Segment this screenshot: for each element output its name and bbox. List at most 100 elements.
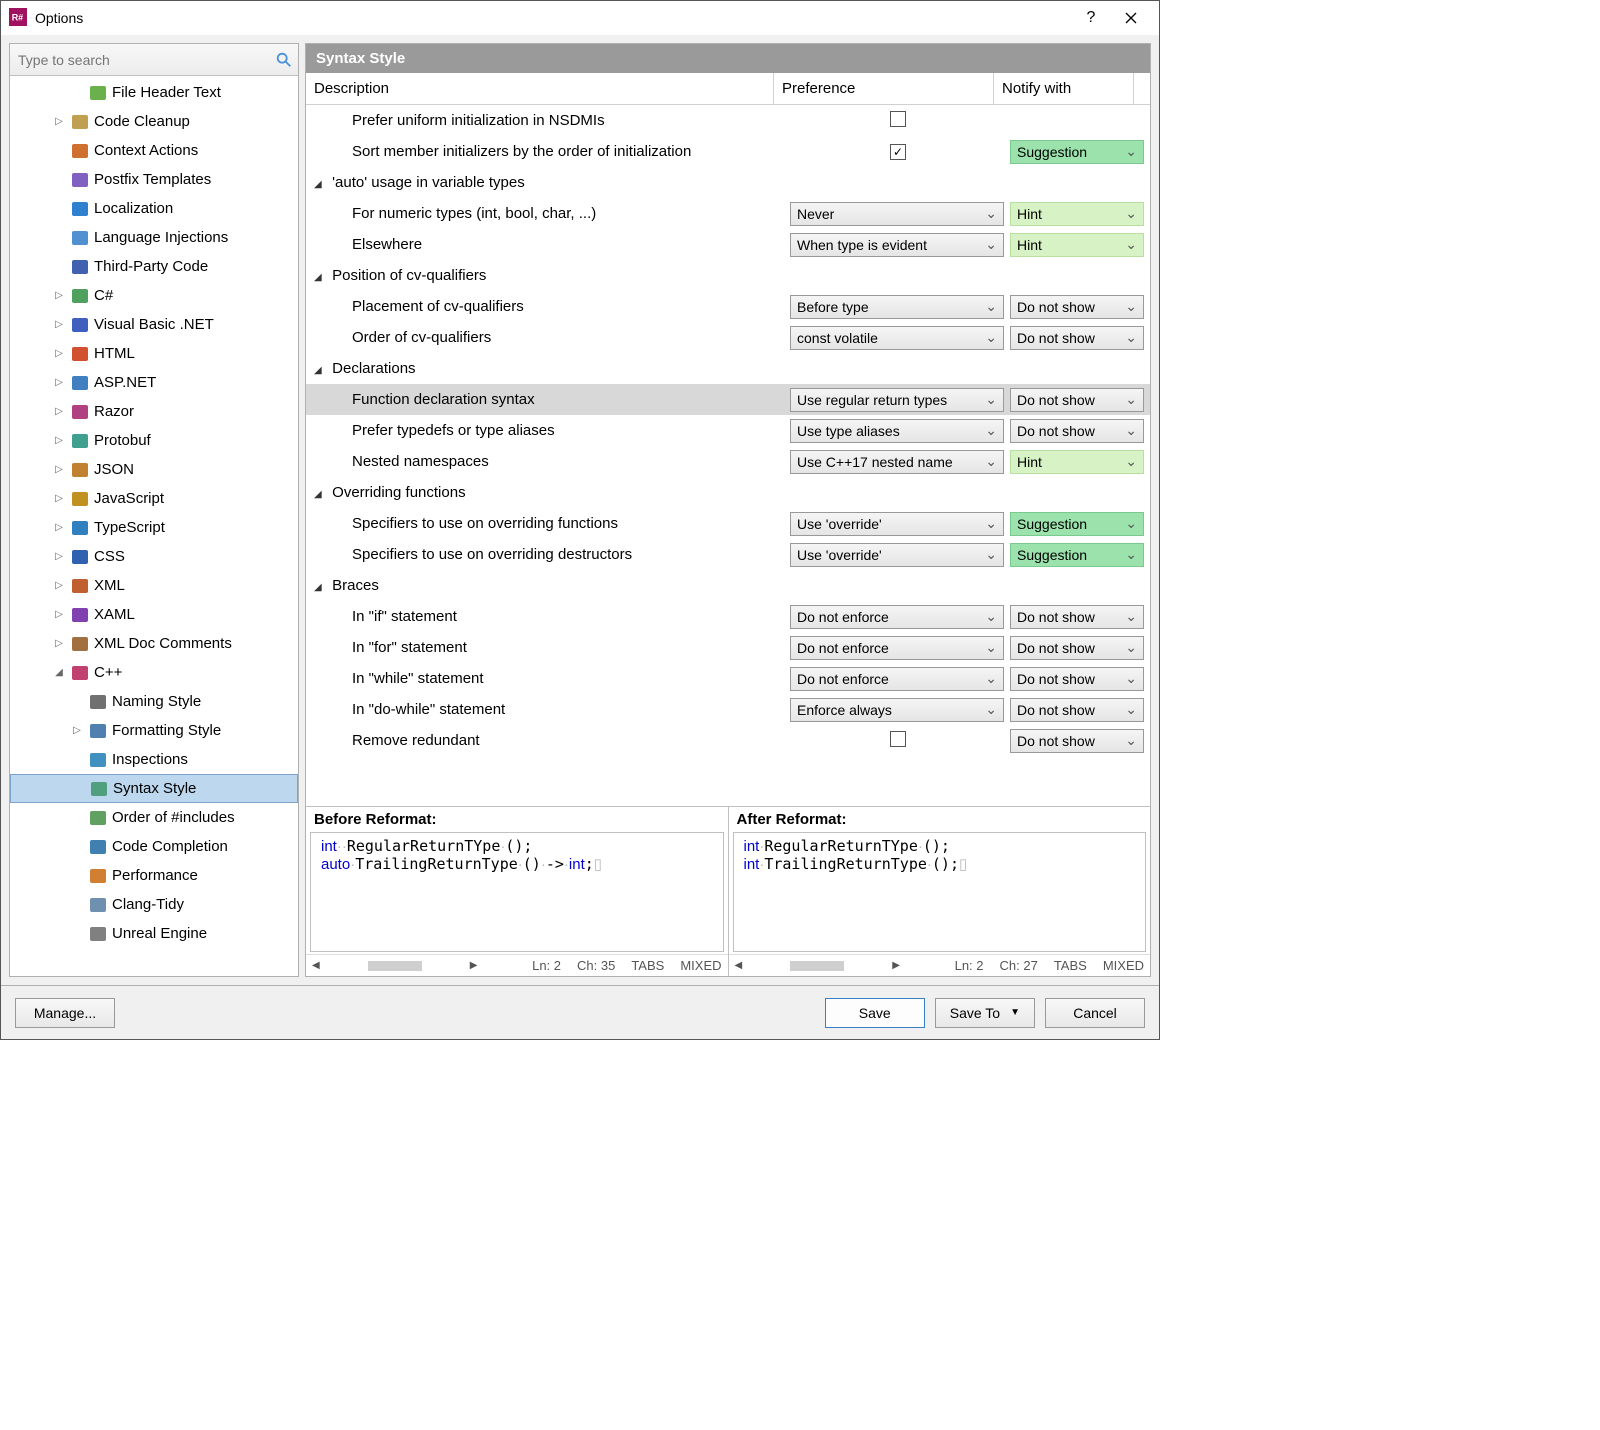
group-row[interactable]: ◢ 'auto' usage in variable types xyxy=(306,167,1150,198)
hscroll-after[interactable]: ◀▶ xyxy=(735,960,900,971)
notify-dropdown[interactable]: Hint xyxy=(1010,233,1144,257)
preference-dropdown[interactable]: Never xyxy=(790,202,1004,226)
tree-item[interactable]: ▷CSS xyxy=(10,542,298,571)
expander-icon[interactable]: ▷ xyxy=(52,116,66,127)
group-row[interactable]: ◢ Braces xyxy=(306,570,1150,601)
notify-dropdown[interactable]: Do not show xyxy=(1010,667,1144,691)
tree-item[interactable]: Order of #includes xyxy=(10,803,298,832)
group-row[interactable]: ◢ Position of cv-qualifiers xyxy=(306,260,1150,291)
tree-item[interactable]: ▷TypeScript xyxy=(10,513,298,542)
preference-dropdown[interactable]: Before type xyxy=(790,295,1004,319)
tree-item[interactable]: Syntax Style xyxy=(10,774,298,803)
tree-item[interactable]: ▷JSON xyxy=(10,455,298,484)
tree-item[interactable]: ▷XML Doc Comments xyxy=(10,629,298,658)
tree-item[interactable]: ▷HTML xyxy=(10,339,298,368)
preference-checkbox[interactable]: ✓ xyxy=(890,144,906,160)
tree-item[interactable]: ▷Protobuf xyxy=(10,426,298,455)
preference-dropdown[interactable]: Use 'override' xyxy=(790,512,1004,536)
expander-icon[interactable]: ▷ xyxy=(52,609,66,620)
save-button[interactable]: Save xyxy=(825,998,925,1028)
expander-icon[interactable]: ▷ xyxy=(52,290,66,301)
tree-item[interactable]: Unreal Engine xyxy=(10,919,298,948)
expander-icon[interactable]: ▷ xyxy=(52,551,66,562)
tree-item[interactable]: Third-Party Code xyxy=(10,252,298,281)
expander-icon[interactable]: ▷ xyxy=(52,464,66,475)
search-icon[interactable] xyxy=(270,51,298,69)
save-to-button[interactable]: Save To▼ xyxy=(935,998,1035,1028)
expander-icon[interactable]: ▷ xyxy=(52,319,66,330)
tree-item[interactable]: Performance xyxy=(10,861,298,890)
notify-dropdown[interactable]: Do not show xyxy=(1010,729,1144,753)
preference-checkbox[interactable] xyxy=(890,111,906,127)
tree-scroll[interactable]: File Header Text▷Code CleanupContext Act… xyxy=(10,76,298,976)
tree-item[interactable]: Code Completion xyxy=(10,832,298,861)
preference-dropdown[interactable]: Use C++17 nested name xyxy=(790,450,1004,474)
expander-icon[interactable]: ▷ xyxy=(52,493,66,504)
tree-item[interactable]: ▷Razor xyxy=(10,397,298,426)
expander-icon[interactable]: ▷ xyxy=(52,435,66,446)
grid-body[interactable]: Prefer uniform initialization in NSDMIsS… xyxy=(306,105,1150,806)
notify-dropdown[interactable]: Hint xyxy=(1010,450,1144,474)
tree-item[interactable]: ▷Visual Basic .NET xyxy=(10,310,298,339)
tree-item[interactable]: ◢C++ xyxy=(10,658,298,687)
tree-item[interactable]: Context Actions xyxy=(10,136,298,165)
preference-dropdown[interactable]: Enforce always xyxy=(790,698,1004,722)
preference-dropdown[interactable]: Use type aliases xyxy=(790,419,1004,443)
group-row[interactable]: ◢ Declarations xyxy=(306,353,1150,384)
preference-dropdown[interactable]: const volatile xyxy=(790,326,1004,350)
preference-checkbox[interactable] xyxy=(890,731,906,747)
tree-item[interactable]: ▷Code Cleanup xyxy=(10,107,298,136)
preference-dropdown[interactable]: Use regular return types xyxy=(790,388,1004,412)
preference-dropdown[interactable]: When type is evident xyxy=(790,233,1004,257)
tree-item[interactable]: Clang-Tidy xyxy=(10,890,298,919)
group-expander-icon[interactable]: ◢ xyxy=(314,582,328,593)
group-expander-icon[interactable]: ◢ xyxy=(314,272,328,283)
tree-item[interactable]: Naming Style xyxy=(10,687,298,716)
expander-icon[interactable]: ▷ xyxy=(52,638,66,649)
preference-dropdown[interactable]: Use 'override' xyxy=(790,543,1004,567)
expander-icon[interactable]: ◢ xyxy=(52,667,66,678)
expander-icon[interactable]: ▷ xyxy=(52,406,66,417)
tree-item[interactable]: File Header Text xyxy=(10,78,298,107)
hscroll-before[interactable]: ◀▶ xyxy=(312,960,477,971)
preference-dropdown[interactable]: Do not enforce xyxy=(790,605,1004,629)
tree-item[interactable]: Inspections xyxy=(10,745,298,774)
close-button[interactable] xyxy=(1111,1,1151,35)
notify-dropdown[interactable]: Do not show xyxy=(1010,388,1144,412)
tree-item[interactable]: ▷XAML xyxy=(10,600,298,629)
group-expander-icon[interactable]: ◢ xyxy=(314,365,328,376)
expander-icon[interactable]: ▷ xyxy=(52,348,66,359)
notify-dropdown[interactable]: Suggestion xyxy=(1010,140,1144,164)
notify-dropdown[interactable]: Do not show xyxy=(1010,326,1144,350)
notify-dropdown[interactable]: Do not show xyxy=(1010,419,1144,443)
tree-item[interactable]: Language Injections xyxy=(10,223,298,252)
tree-item[interactable]: ▷Formatting Style xyxy=(10,716,298,745)
group-expander-icon[interactable]: ◢ xyxy=(314,179,328,190)
expander-icon[interactable]: ▷ xyxy=(52,522,66,533)
preference-dropdown[interactable]: Do not enforce xyxy=(790,667,1004,691)
expander-icon[interactable]: ▷ xyxy=(52,580,66,591)
notify-dropdown[interactable]: Do not show xyxy=(1010,698,1144,722)
cancel-button[interactable]: Cancel xyxy=(1045,998,1145,1028)
tree-item[interactable]: Localization xyxy=(10,194,298,223)
notify-dropdown[interactable]: Hint xyxy=(1010,202,1144,226)
tree-item[interactable]: ▷JavaScript xyxy=(10,484,298,513)
expander-icon[interactable]: ▷ xyxy=(52,377,66,388)
expander-icon[interactable]: ▷ xyxy=(70,725,84,736)
tree-item[interactable]: ▷XML xyxy=(10,571,298,600)
tree-item[interactable]: Postfix Templates xyxy=(10,165,298,194)
tree-item[interactable]: ▷C# xyxy=(10,281,298,310)
preference-dropdown[interactable]: Do not enforce xyxy=(790,636,1004,660)
search-input[interactable] xyxy=(10,52,270,68)
group-row[interactable]: ◢ Overriding functions xyxy=(306,477,1150,508)
manage-button[interactable]: Manage... xyxy=(15,998,115,1028)
tree-item[interactable]: ▷ASP.NET xyxy=(10,368,298,397)
notify-dropdown[interactable]: Do not show xyxy=(1010,295,1144,319)
help-button[interactable]: ? xyxy=(1071,1,1111,35)
csharp-icon xyxy=(70,286,90,306)
notify-dropdown[interactable]: Suggestion xyxy=(1010,543,1144,567)
notify-dropdown[interactable]: Do not show xyxy=(1010,605,1144,629)
notify-dropdown[interactable]: Suggestion xyxy=(1010,512,1144,536)
notify-dropdown[interactable]: Do not show xyxy=(1010,636,1144,660)
group-expander-icon[interactable]: ◢ xyxy=(314,489,328,500)
